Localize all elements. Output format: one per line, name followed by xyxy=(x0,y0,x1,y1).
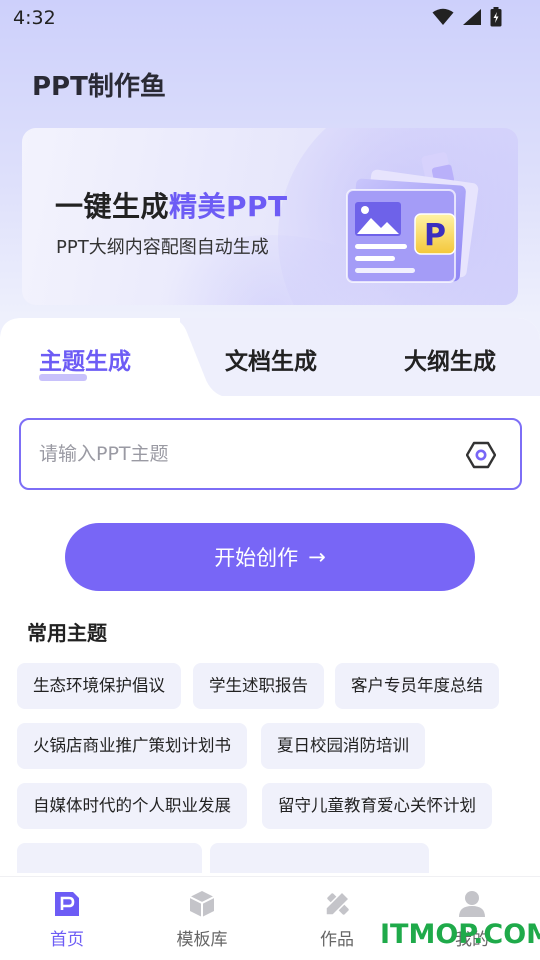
topic-chip[interactable]: 火锅店商业推广策划计划书 xyxy=(17,723,247,769)
topic-chip[interactable]: 留守儿童教育爱心关怀计划 xyxy=(262,783,492,829)
generation-tabs: 主题生成 文档生成 大纲生成 xyxy=(0,318,540,398)
cube-icon xyxy=(189,891,215,917)
tab-outline[interactable]: 大纲生成 xyxy=(404,342,496,376)
banner-headline-accent: 精美PPT xyxy=(169,190,288,223)
nav-home-label: 首页 xyxy=(50,930,84,950)
common-topics-title: 常用主题 xyxy=(27,621,107,645)
person-icon xyxy=(459,891,485,917)
topic-input-box xyxy=(19,418,522,490)
status-icons xyxy=(432,7,502,27)
nav-templates-label: 模板库 xyxy=(176,930,228,950)
nav-works[interactable]: 作品 xyxy=(292,889,382,950)
wifi-icon xyxy=(432,8,454,25)
arrow-right-icon: → xyxy=(308,545,326,569)
pen-ruler-icon xyxy=(325,890,351,916)
banner-headline-prefix: 一键生成 xyxy=(55,190,170,223)
topic-chip[interactable]: 夏日校园消防培训 xyxy=(261,723,425,769)
signal-icon xyxy=(463,9,481,25)
site-watermark: ITMOP.COM xyxy=(380,919,540,950)
promo-banner[interactable]: 一键生成精美PPT PPT大纲内容配图自动生成 P xyxy=(22,128,518,305)
nav-works-label: 作品 xyxy=(320,930,354,950)
ppt-document-illustration: P xyxy=(346,152,479,283)
topic-chip-partial[interactable] xyxy=(210,843,429,873)
topic-chip[interactable]: 学生述职报告 xyxy=(193,663,324,709)
topic-input[interactable] xyxy=(39,432,459,476)
nav-home[interactable]: 首页 xyxy=(22,889,112,950)
start-create-label: 开始创作 xyxy=(214,546,299,570)
banner-headline: 一键生成精美PPT xyxy=(55,185,288,225)
topic-chip[interactable]: 自媒体时代的个人职业发展 xyxy=(17,783,247,829)
banner-subtitle: PPT大纲内容配图自动生成 xyxy=(56,237,269,258)
topic-chip-partial[interactable] xyxy=(17,843,202,873)
topic-chip[interactable]: 生态环境保护倡议 xyxy=(17,663,181,709)
topic-chip[interactable]: 客户专员年度总结 xyxy=(335,663,499,709)
home-ppt-icon xyxy=(55,892,79,916)
banner-art-letter: P xyxy=(424,218,446,253)
nav-templates[interactable]: 模板库 xyxy=(157,889,247,950)
battery-icon xyxy=(490,7,502,27)
app-title: PPT制作鱼 xyxy=(32,72,166,102)
tab-document[interactable]: 文档生成 xyxy=(225,342,317,376)
start-create-button[interactable]: 开始创作 → xyxy=(65,523,475,591)
status-time: 4:32 xyxy=(13,7,56,29)
status-bar: 4:32 xyxy=(0,0,540,36)
hexagon-settings-icon[interactable] xyxy=(466,440,496,470)
tab-topic[interactable]: 主题生成 xyxy=(39,342,131,376)
